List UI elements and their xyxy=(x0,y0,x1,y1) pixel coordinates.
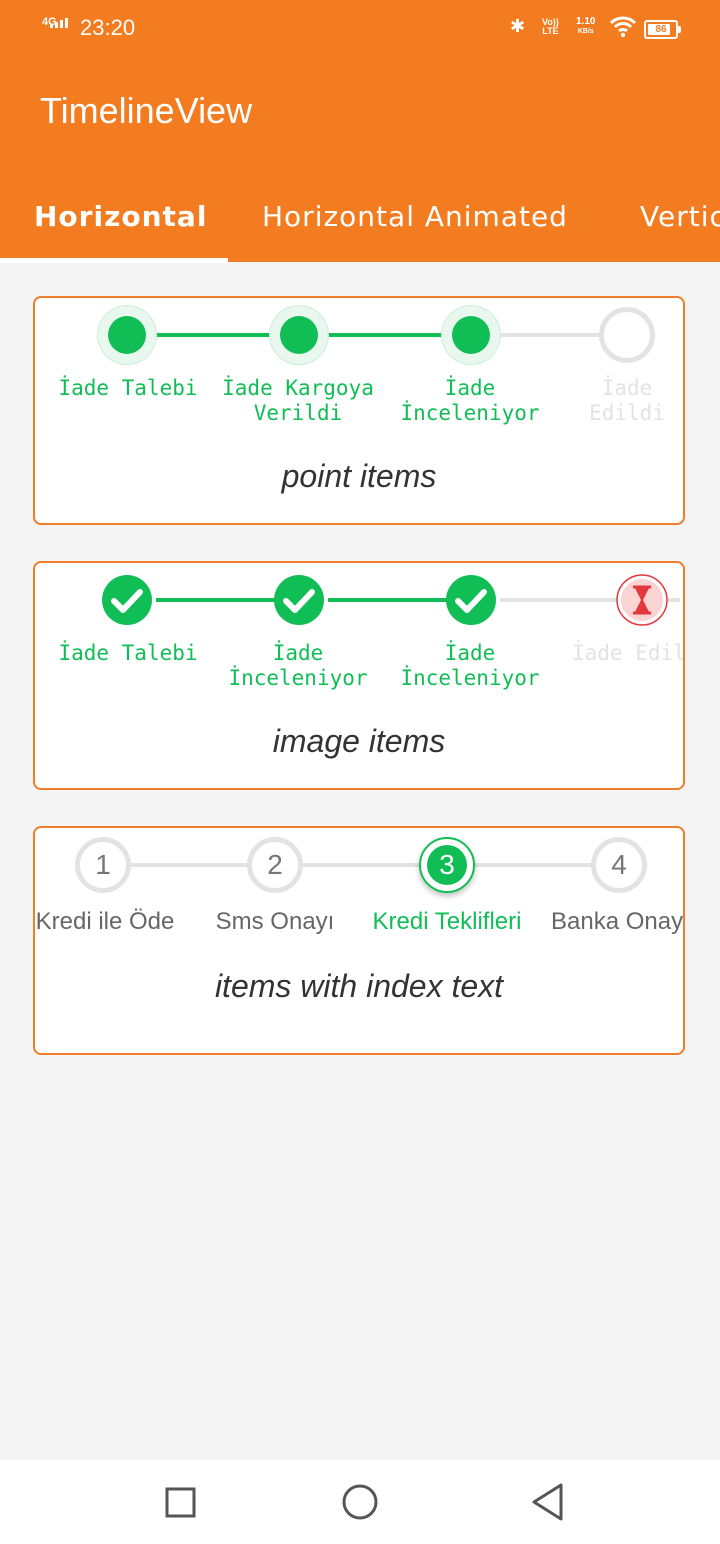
home-icon[interactable] xyxy=(335,1480,385,1526)
wifi-icon xyxy=(610,16,636,38)
battery-icon: 86 xyxy=(644,20,681,39)
step-point-done xyxy=(98,306,156,364)
step-label: İade İnceleniyor xyxy=(400,376,540,425)
step-index-badge: 2 xyxy=(247,837,303,893)
network-speed: 1.10 KB/s xyxy=(576,16,596,36)
card-caption: items with index text xyxy=(214,968,504,1004)
step-label: İade Talebi xyxy=(58,376,198,400)
check-icon xyxy=(446,575,496,625)
timeline-connector xyxy=(156,598,276,602)
timeline-connector xyxy=(475,863,599,867)
card-caption: image items xyxy=(272,723,446,759)
battery-level: 86 xyxy=(655,24,667,35)
step-point-todo xyxy=(599,307,655,363)
step-index-badge: 4 xyxy=(591,837,647,893)
tab-horizontal[interactable]: Horizontal xyxy=(34,200,207,233)
status-time: 23:20 xyxy=(80,15,136,40)
step-label: İade Talebi xyxy=(58,641,198,665)
timeline-card-point-items: İade Talebi İade Kargoya Verildi İade İnce… xyxy=(33,296,685,525)
check-icon xyxy=(102,575,152,625)
step-label: İade İnceleniyor xyxy=(228,641,368,690)
bluetooth-icon: ✱ xyxy=(510,16,526,37)
step-label: İade Edildi xyxy=(589,376,665,425)
timeline-card-image-items: İade Talebi İade İnceleniyor İade İnceleni… xyxy=(33,561,685,790)
step-point-done xyxy=(270,306,328,364)
tab-bar: Horizontal Horizontal Animated Vertical xyxy=(0,176,720,262)
recent-apps-icon[interactable] xyxy=(155,1480,205,1526)
step-label: Sms Onayı xyxy=(215,908,335,935)
timeline-connector xyxy=(328,598,448,602)
timeline-connector xyxy=(156,333,276,337)
timeline-connector xyxy=(328,333,448,337)
page-title: TimelineView xyxy=(40,90,253,131)
step-index-badge: 1 xyxy=(75,837,131,893)
system-nav-bar xyxy=(0,1460,720,1544)
timeline-connector xyxy=(500,333,604,337)
step-label-current: Kredi Teklifleri xyxy=(372,908,522,935)
tab-indicator xyxy=(0,258,228,263)
tab-horizontal-animated[interactable]: Horizontal Animated xyxy=(262,200,568,233)
card-caption: point items xyxy=(281,458,437,494)
step-label: Kredi ile Öde xyxy=(35,908,175,935)
check-icon xyxy=(274,575,324,625)
step-label: İade Kargoya Verildi xyxy=(222,376,374,425)
volte-indicator: Vo)) LTE xyxy=(542,17,559,36)
step-label: İade Edildi xyxy=(572,641,685,665)
step-index-badge-current: 3 xyxy=(419,837,475,893)
timeline-card-index-items: 1 2 3 4 Kredi ile Öde Sms Onayı Kredi Te… xyxy=(33,826,685,1055)
tab-vertical[interactable]: Vertical xyxy=(640,200,720,233)
timeline-connector xyxy=(131,863,255,867)
back-icon[interactable] xyxy=(522,1480,572,1526)
step-label: Banka Onayı xyxy=(551,908,685,935)
status-bar: 4G 23:20 ✱ Vo)) LTE 1.10 KB/s 86 xyxy=(0,0,720,56)
app-bar: 4G 23:20 ✱ Vo)) LTE 1.10 KB/s 86 Timelin… xyxy=(0,0,720,262)
hourglass-icon xyxy=(616,574,668,626)
step-point-done xyxy=(442,306,500,364)
timeline-connector xyxy=(303,863,427,867)
step-label: İade İnceleniyor xyxy=(400,641,540,690)
